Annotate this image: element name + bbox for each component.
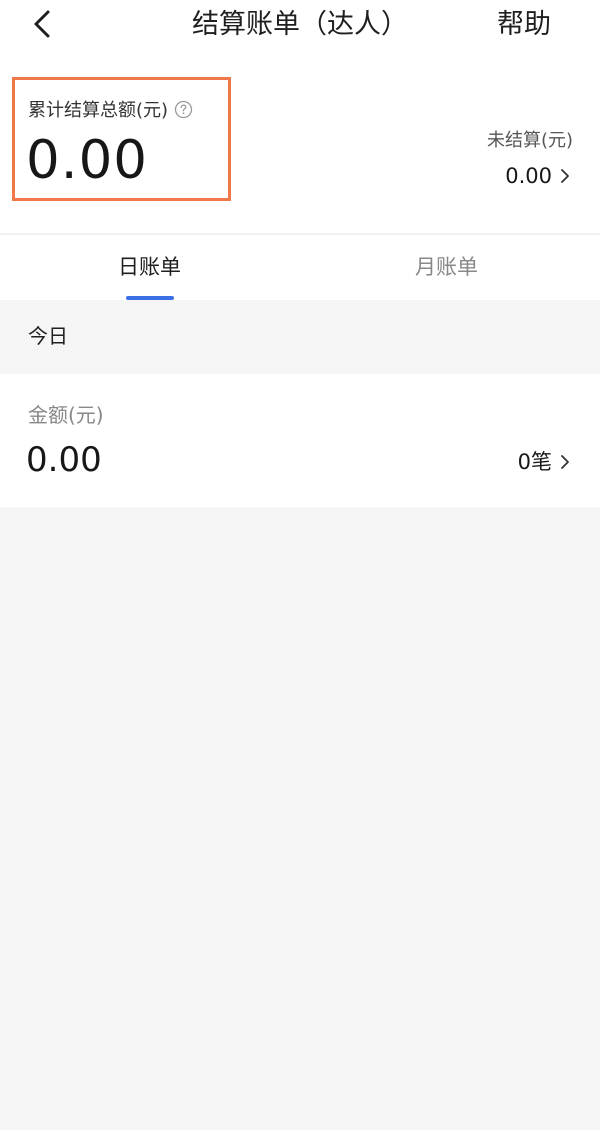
section-title-today: 今日 bbox=[28, 324, 68, 348]
unsettled-value: 0.00 bbox=[505, 164, 552, 188]
chevron-right-icon bbox=[561, 455, 569, 469]
top-nav-bar: 结算账单（达人） 帮助 bbox=[0, 0, 600, 50]
tab-monthly-bill[interactable]: 月账单 bbox=[415, 253, 478, 281]
today-bill-card[interactable]: 金额(元) 0.00 0笔 bbox=[0, 374, 600, 507]
unsettled-link[interactable]: 0.00 bbox=[505, 162, 570, 190]
bill-tabs: 日账单 月账单 bbox=[0, 234, 600, 300]
total-settlement-label-text: 累计结算总额(元) bbox=[28, 100, 169, 121]
transaction-count-value: 0笔 bbox=[517, 450, 552, 474]
active-tab-indicator bbox=[126, 296, 174, 300]
chevron-right-icon bbox=[561, 169, 569, 183]
transaction-count[interactable]: 0笔 bbox=[518, 448, 570, 476]
total-settlement-value: 0.00 bbox=[26, 130, 149, 191]
settlement-summary: 累计结算总额(元) 0.00 未结算(元) 0.00 bbox=[0, 50, 600, 233]
tab-daily-bill[interactable]: 日账单 bbox=[118, 253, 181, 281]
amount-value: 0.00 bbox=[26, 440, 102, 480]
total-settlement-label: 累计结算总额(元) bbox=[28, 100, 193, 122]
section-header: 今日 bbox=[0, 301, 600, 373]
help-link[interactable]: 帮助 bbox=[497, 8, 551, 42]
unsettled-label: 未结算(元) bbox=[486, 130, 573, 151]
amount-label: 金额(元) bbox=[28, 403, 104, 427]
question-circle-icon[interactable] bbox=[174, 100, 193, 119]
